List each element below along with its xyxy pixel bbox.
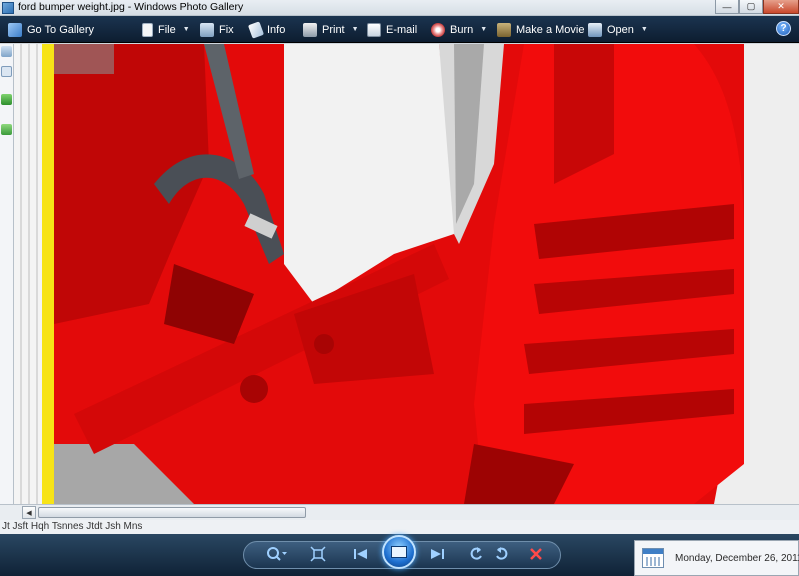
magnifier-icon <box>267 547 287 561</box>
rotate-clockwise-button[interactable] <box>492 544 512 564</box>
fix-label: Fix <box>219 23 234 36</box>
panel-icon[interactable] <box>1 124 12 135</box>
actual-size-icon <box>310 546 326 562</box>
help-button[interactable]: ? <box>776 21 791 36</box>
email-button[interactable]: E-mail <box>367 21 417 38</box>
open-menu-button[interactable]: Open ▼ <box>588 21 648 38</box>
date-tooltip: Monday, December 26, 2011 <box>634 540 799 576</box>
file-icon <box>142 22 153 37</box>
maximize-button[interactable]: ▢ <box>739 0 763 14</box>
chevron-down-icon: ▼ <box>351 26 359 33</box>
fix-button[interactable]: Fix <box>200 21 234 38</box>
gallery-icon <box>8 22 22 37</box>
horizontal-scrollbar[interactable]: ◀ <box>0 504 799 520</box>
make-movie-label: Make a Movie <box>516 23 585 36</box>
next-button[interactable] <box>426 544 448 564</box>
disc-icon <box>431 22 445 37</box>
printer-icon <box>303 22 317 37</box>
close-button[interactable]: ✕ <box>763 0 799 14</box>
left-panel-edge <box>0 44 14 504</box>
go-to-gallery-button[interactable]: Go To Gallery <box>8 21 94 38</box>
date-text: Monday, December 26, 2011 <box>675 553 799 564</box>
panel-icon[interactable] <box>1 46 12 57</box>
previous-icon <box>354 549 367 559</box>
chevron-down-icon: ▼ <box>640 26 648 33</box>
print-menu-button[interactable]: Print ▼ <box>303 21 359 38</box>
status-band: Jt Jsft Hqh Tsnnes Jtdt Jsh Mns <box>0 520 799 534</box>
chevron-down-icon: ▼ <box>182 26 190 33</box>
rotate-right-icon <box>496 547 508 560</box>
scroll-left-button[interactable]: ◀ <box>22 506 36 519</box>
slideshow-button[interactable] <box>382 535 416 569</box>
actual-size-button[interactable] <box>308 544 328 564</box>
open-menu-label: Open <box>607 23 634 36</box>
movie-icon <box>497 22 511 37</box>
info-label: Info <box>267 23 286 36</box>
fix-icon <box>200 22 214 37</box>
ford-bumper-weight-photo <box>54 44 799 504</box>
file-menu-label: File <box>158 23 176 36</box>
zoom-button[interactable] <box>264 543 290 565</box>
scrollbar-thumb[interactable] <box>38 507 306 518</box>
slideshow-icon <box>391 546 407 558</box>
info-button[interactable]: Info <box>247 20 286 39</box>
next-icon <box>431 549 444 559</box>
email-label: E-mail <box>386 23 418 36</box>
previous-button[interactable] <box>350 544 372 564</box>
make-movie-button[interactable]: Make a Movie <box>497 21 584 38</box>
delete-x-icon <box>530 548 542 560</box>
print-menu-label: Print <box>322 23 345 36</box>
photo-edge-strip <box>42 44 54 504</box>
info-tag-icon <box>247 20 265 39</box>
delete-button[interactable] <box>526 544 546 564</box>
panel-icon[interactable] <box>1 66 12 77</box>
rotate-left-icon <box>470 547 482 560</box>
panel-icon[interactable] <box>1 94 12 105</box>
calendar-icon <box>642 548 664 568</box>
open-icon <box>588 22 602 37</box>
file-menu-button[interactable]: File ▼ <box>142 21 190 38</box>
window-controls: — ▢ ✕ <box>715 0 799 14</box>
burn-menu-label: Burn <box>450 23 474 36</box>
burn-menu-button[interactable]: Burn ▼ <box>431 21 487 38</box>
title-bar: ford bumper weight.jpg - Windows Photo G… <box>0 0 799 16</box>
email-icon <box>367 22 381 37</box>
chevron-down-icon: ▼ <box>480 26 488 33</box>
rotate-counterclockwise-button[interactable] <box>466 544 486 564</box>
go-to-gallery-label: Go To Gallery <box>27 23 95 36</box>
minimize-button[interactable]: — <box>715 0 739 14</box>
status-text: Jt Jsft Hqh Tsnnes Jtdt Jsh Mns <box>2 521 143 532</box>
photo-gallery-app-icon <box>2 2 14 14</box>
window-title: ford bumper weight.jpg - Windows Photo G… <box>18 1 244 13</box>
image-viewport[interactable] <box>14 44 799 504</box>
command-bar: Go To Gallery File ▼ Fix Info Print ▼ E-… <box>0 16 799 43</box>
